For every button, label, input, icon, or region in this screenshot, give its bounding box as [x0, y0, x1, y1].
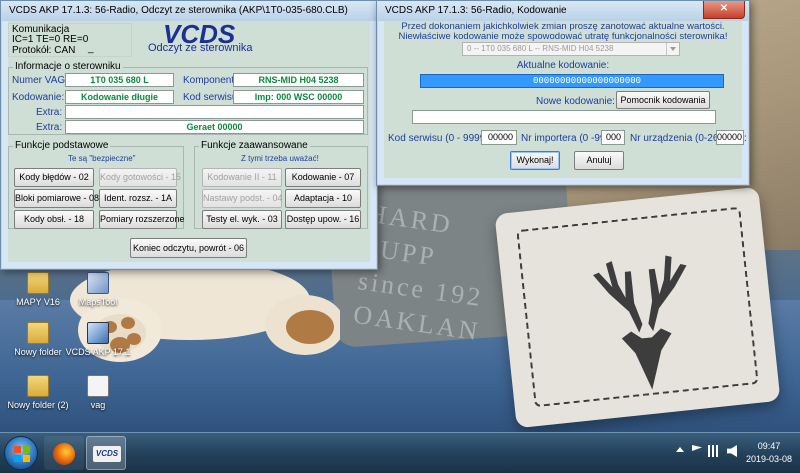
folder-icon [27, 322, 49, 344]
desktop-icon-label: Nowy folder [14, 347, 62, 357]
main-window-titlebar[interactable]: VCDS AKP 17.1.3: 56-Radio, Odczyt ze ste… [1, 1, 377, 21]
readiness-codes-button[interactable]: Kody gotowości - 15 [99, 168, 181, 187]
coding-dialog-title: VCDS AKP 17.1.3: 56-Radio, Kodowanie [385, 5, 567, 16]
desktop-icon-mapstool[interactable]: MapsTool [62, 272, 134, 307]
extra1-field [65, 105, 364, 119]
device-input[interactable]: 00000 [716, 130, 744, 145]
desktop-icon-label: MapsTool [78, 297, 118, 307]
coding-dialog-titlebar[interactable]: VCDS AKP 17.1.3: 56-Radio, Kodowanie ✕ [377, 1, 749, 21]
page-subtitle: Odczyt ze sterownika [148, 42, 253, 54]
basic-functions-label: Funkcje podstawowe [13, 140, 111, 151]
protocol-label: Protokół: CAN [12, 45, 76, 56]
clock-date: 2019-03-08 [745, 454, 792, 464]
coding-field: Kodowanie długie [65, 90, 174, 104]
component-field: RNS-MID H04 5238 [233, 73, 364, 87]
desktop-icon-label: Nowy folder (2) [7, 400, 69, 410]
chevron-down-icon [666, 43, 679, 55]
vcds-main-window: VCDS AKP 17.1.3: 56-Radio, Odczyt ze ste… [0, 0, 378, 270]
wallpaper-deer-print [593, 255, 687, 390]
desktop-icon-label: vag [90, 400, 106, 410]
extra2-field: Geraet 00000 [65, 120, 364, 134]
close-controller-button[interactable]: Koniec odczytu, powrót - 06 [130, 238, 247, 258]
module-select-value: 0 -- 1T0 035 680 L -- RNS-MID H04 5238 [467, 44, 614, 53]
extra1-label: Extra: [36, 107, 63, 118]
volume-icon[interactable] [727, 445, 737, 457]
taskbar-firefox[interactable] [44, 436, 84, 470]
main-window-client: Komunikacja IC=1 TE=0 RE=0 Protokół: CAN… [8, 19, 370, 262]
service-code-label: Kod serwisu: [183, 92, 241, 103]
vcds-icon: VCDS [93, 446, 121, 462]
taskbar-vcds[interactable]: VCDS [86, 436, 126, 470]
comm-status: IC=1 TE=0 RE=0 [12, 34, 89, 45]
vcds-icon [87, 322, 109, 344]
new-coding-label: Nowe kodowanie: [536, 96, 615, 107]
desktop-icon-vcds[interactable]: VCDS AKP 17.1 [62, 322, 134, 357]
current-coding-label: Aktualne kodowanie: [516, 60, 610, 71]
start-button[interactable] [4, 436, 38, 470]
desktop-icon-vag[interactable]: vag [62, 375, 134, 410]
coding-dialog-window: VCDS AKP 17.1.3: 56-Radio, Kodowanie ✕ P… [376, 0, 750, 186]
measuring-blocks-button[interactable]: Bloki pomiarowe - 08 [14, 189, 99, 208]
vag-number-label: Numer VAG: [12, 75, 68, 86]
close-button[interactable]: ✕ [703, 1, 745, 19]
system-tray: 09:47 2019-03-08 [672, 437, 792, 469]
window-controls: ✕ [703, 1, 745, 19]
service-code-field: Imp: 000 WSC 00000 [233, 90, 364, 104]
new-coding-input[interactable] [412, 110, 716, 124]
service-codes-button[interactable]: Kody obsł. - 18 [14, 210, 94, 229]
coding-ii-button[interactable]: Kodowanie II - 11 [202, 168, 282, 187]
windows-logo-icon [14, 446, 30, 462]
security-access-button[interactable]: Dostęp upow. - 16 [285, 210, 361, 229]
close-icon: ✕ [719, 3, 729, 14]
coding-button[interactable]: Kodowanie - 07 [285, 168, 361, 187]
warning-line-2: Niewłaściwe kodowanie może spowodować ut… [398, 31, 728, 42]
clock[interactable]: 09:47 2019-03-08 [746, 440, 792, 466]
desktop-icon-label: VCDS AKP 17.1 [65, 347, 131, 357]
cancel-button[interactable]: Anuluj [574, 151, 624, 170]
advanced-functions-note: Z tymi trzeba uważać! [241, 154, 319, 163]
protocol-value: _ [88, 43, 94, 54]
app-icon [87, 272, 109, 294]
coding-helper-button[interactable]: Pomocnik kodowania [616, 91, 710, 109]
main-window-title: VCDS AKP 17.1.3: 56-Radio, Odczyt ze ste… [9, 5, 348, 16]
basic-settings-button[interactable]: Nastawy podst. - 04 [202, 189, 283, 208]
extra2-label: Extra: [36, 122, 63, 133]
folder-icon [27, 375, 49, 397]
execute-button[interactable]: Wykonaj! [510, 151, 560, 170]
vag-number-field: 1T0 035 680 L [65, 73, 174, 87]
clock-time: 09:47 [757, 441, 781, 451]
module-select[interactable]: 0 -- 1T0 035 680 L -- RNS-MID H04 5238 [462, 42, 680, 56]
service-code-input[interactable]: 00000 [481, 130, 517, 145]
network-icon[interactable] [708, 445, 722, 457]
coding-label: Kodowanie: [12, 92, 65, 103]
desktop-icon-label: MAPY V16 [16, 297, 60, 307]
controller-info-label: Informacje o sterowniku [13, 61, 123, 72]
folder-icon [27, 272, 49, 294]
coding-dialog-client: Przed dokonaniem jakichkolwiek zmian pro… [384, 21, 747, 178]
component-label: Komponent: [183, 75, 237, 86]
fault-codes-button[interactable]: Kody błędów - 02 [14, 168, 94, 187]
extended-id-button[interactable]: Ident. rozsz. - 1A [99, 189, 177, 208]
output-tests-button[interactable]: Testy el. wyk. - 03 [202, 210, 282, 229]
firefox-icon [53, 443, 75, 465]
advanced-measuring-button[interactable]: Pomiary rozszerzone [99, 210, 185, 229]
current-coding-field: 00000000000000000000 [420, 74, 724, 88]
flag-icon[interactable] [692, 445, 702, 451]
adaptation-button[interactable]: Adaptacja - 10 [285, 189, 361, 208]
document-icon [87, 375, 109, 397]
taskbar: VCDS 09:47 2019-03-08 [0, 432, 800, 473]
advanced-functions-label: Funkcje zaawansowane [199, 140, 310, 151]
importer-input[interactable]: 000 [601, 130, 625, 145]
chevron-up-icon[interactable] [676, 447, 684, 452]
basic-functions-note: Te są "bezpieczne" [68, 154, 136, 163]
